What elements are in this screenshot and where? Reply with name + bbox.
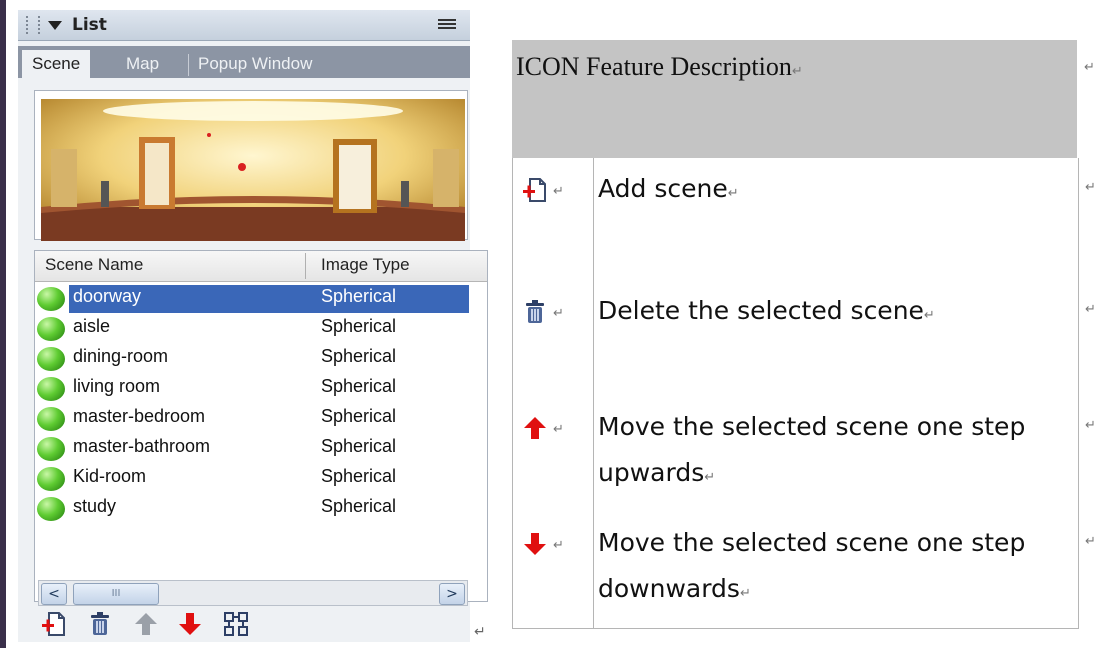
panel-title: List xyxy=(72,15,107,35)
delete-scene-icon[interactable] xyxy=(86,610,114,638)
tab-popup-window[interactable]: Popup Window xyxy=(188,50,322,78)
scene-toolbar xyxy=(34,606,470,642)
image-type: Spherical xyxy=(321,286,397,306)
scene-name: study xyxy=(73,496,117,516)
feature-description: Delete the selected scene↵ xyxy=(598,296,935,325)
feature-description: Move the selected scene one step downwar… xyxy=(598,528,1026,603)
delete-scene-icon xyxy=(526,300,544,323)
move-down-icon xyxy=(524,533,546,555)
add-scene-icon[interactable] xyxy=(40,610,68,638)
paragraph-return-mark: ↵ xyxy=(1085,418,1096,433)
table-header: ICON Feature Description↵ xyxy=(512,40,1077,158)
column-divider xyxy=(593,158,594,280)
scroll-left-button[interactable]: < xyxy=(41,583,67,605)
column-divider xyxy=(593,396,594,512)
table-row[interactable]: aisle Spherical xyxy=(35,313,487,343)
scene-ball-icon xyxy=(37,407,65,431)
horizontal-scrollbar[interactable]: < III > xyxy=(38,580,468,606)
paragraph-return-mark: ↵ xyxy=(1085,534,1096,549)
scene-name: master-bathroom xyxy=(73,436,211,456)
list-header: Scene Name Image Type xyxy=(35,251,487,282)
panel-titlebar[interactable]: List xyxy=(18,10,470,41)
image-type: Spherical xyxy=(321,436,397,456)
table-row: ↵ Move the selected scene one step upwar… xyxy=(512,396,1096,513)
scene-ball-icon xyxy=(37,467,65,491)
scene-ball-icon xyxy=(37,347,65,371)
image-type: Spherical xyxy=(321,316,397,336)
image-type: Spherical xyxy=(321,376,397,396)
scene-ball-icon xyxy=(37,287,65,311)
table-row[interactable]: doorway Spherical xyxy=(35,283,487,313)
move-up-icon[interactable] xyxy=(132,610,160,638)
collapse-triangle-icon[interactable] xyxy=(48,20,62,30)
column-image-type[interactable]: Image Type xyxy=(321,255,410,275)
paragraph-return-mark: ↵ xyxy=(553,306,564,321)
column-scene-name[interactable]: Scene Name xyxy=(45,255,143,275)
paragraph-return-mark: ↵ xyxy=(474,624,486,640)
scene-ball-icon xyxy=(37,377,65,401)
paragraph-return-mark: ↵ xyxy=(553,538,564,553)
tab-scene[interactable]: Scene xyxy=(22,50,91,78)
paragraph-return-mark: ↵ xyxy=(553,184,564,199)
paragraph-return-mark: ↵ xyxy=(1085,180,1096,195)
column-divider xyxy=(593,280,594,396)
scene-name: Kid-room xyxy=(73,466,147,486)
add-scene-icon xyxy=(523,178,546,202)
tab-map[interactable]: Map xyxy=(116,50,169,78)
scroll-right-button[interactable]: > xyxy=(439,583,465,605)
scene-list: Scene Name Image Type doorway Spherical … xyxy=(34,250,488,602)
panorama-thumbnail xyxy=(41,99,465,241)
table-row[interactable]: master-bathroom Spherical xyxy=(35,433,487,463)
table-row[interactable]: dining-room Spherical xyxy=(35,343,487,373)
image-type: Spherical xyxy=(321,346,397,366)
feature-description: Move the selected scene one step upwards… xyxy=(598,412,1026,487)
table-row[interactable]: Kid-room Spherical xyxy=(35,463,487,493)
scene-name: master-bedroom xyxy=(73,406,206,426)
grip-handle-icon[interactable] xyxy=(26,16,40,34)
table-row[interactable]: master-bedroom Spherical xyxy=(35,403,487,433)
image-type: Spherical xyxy=(321,406,397,426)
column-divider xyxy=(593,512,594,628)
scene-preview xyxy=(34,90,468,241)
paragraph-return-mark: ↵ xyxy=(553,422,564,437)
table-row: ↵ Delete the selected scene↵ ↵ xyxy=(512,280,1096,397)
paragraph-return-mark: ↵ xyxy=(1084,60,1095,75)
scene-ball-icon xyxy=(37,317,65,341)
table-row[interactable]: living room Spherical xyxy=(35,373,487,403)
table-row[interactable]: study Spherical xyxy=(35,493,487,523)
panel-menu-icon[interactable] xyxy=(438,17,456,33)
scene-ball-icon xyxy=(37,437,65,461)
table-row: ↵ Add scene↵ ↵ xyxy=(512,158,1096,281)
scene-ball-icon xyxy=(37,497,65,521)
scene-name: aisle xyxy=(73,316,111,336)
move-up-icon xyxy=(524,417,546,439)
move-down-icon[interactable] xyxy=(176,610,204,638)
table-row: ↵ Move the selected scene one step downw… xyxy=(512,512,1096,629)
image-type: Spherical xyxy=(321,466,397,486)
tab-bar: Scene Map Popup Window xyxy=(18,46,470,78)
image-type: Spherical xyxy=(321,496,397,516)
paragraph-return-mark: ↵ xyxy=(1085,302,1096,317)
arrange-icon[interactable] xyxy=(222,610,250,638)
table-header-text: ICON Feature Description↵ xyxy=(516,52,803,81)
scroll-thumb[interactable]: III xyxy=(73,583,159,605)
column-separator[interactable] xyxy=(305,253,306,279)
list-panel: List Scene Map Popup Window Scene Name I… xyxy=(18,10,488,642)
scene-name: dining-room xyxy=(73,346,169,366)
scene-name: living room xyxy=(73,376,161,396)
scene-name: doorway xyxy=(69,286,146,307)
feature-table: ICON Feature Description↵ ↵ ↵ Add scene↵… xyxy=(512,40,1096,629)
feature-description: Add scene↵ xyxy=(598,174,739,203)
